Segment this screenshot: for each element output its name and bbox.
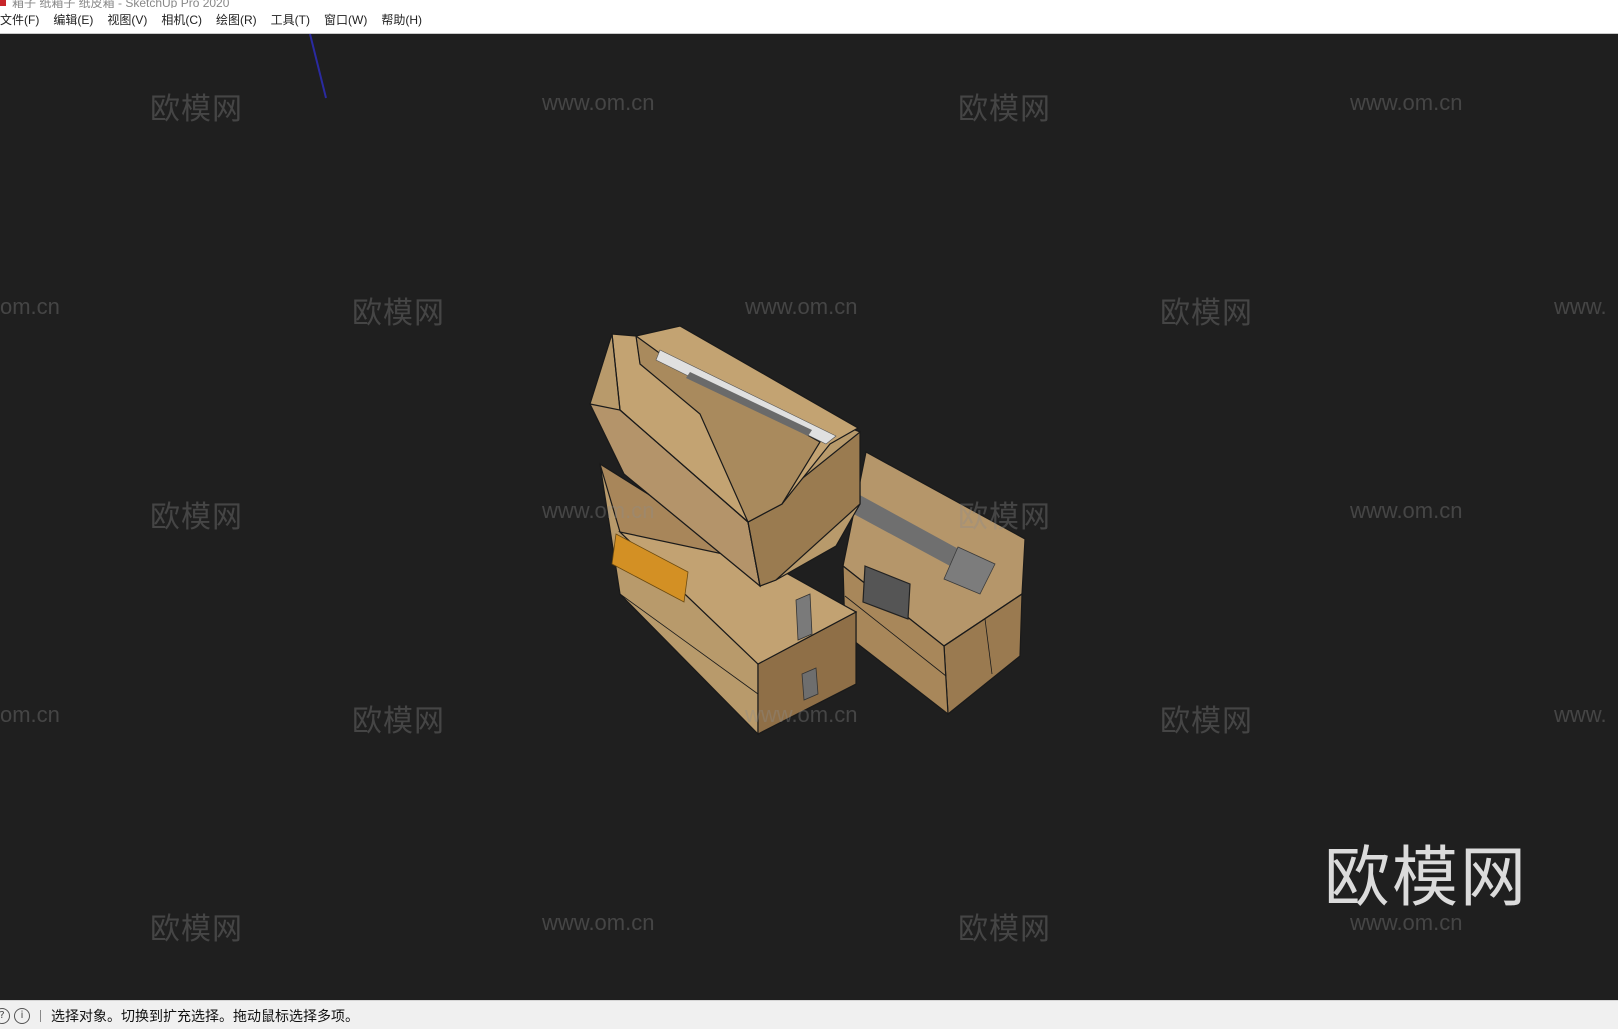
- status-bar: ? i 选择对象。切换到扩充选择。拖动鼠标选择多项。: [0, 1000, 1618, 1029]
- blue-axis-line: [309, 34, 327, 99]
- menu-help[interactable]: 帮助(H): [374, 8, 429, 33]
- geo-location-icon[interactable]: ?: [0, 1007, 10, 1024]
- title-bar: 箱子 纸箱子 纸皮箱 - SketchUp Pro 2020: [0, 0, 1618, 8]
- menu-draw[interactable]: 绘图(R): [209, 8, 264, 33]
- menu-tools[interactable]: 工具(T): [264, 8, 317, 33]
- menu-edit[interactable]: 编辑(E): [46, 8, 100, 33]
- model-viewport[interactable]: 欧模网 www.om.cn 欧模网 www.om.cn om.cn 欧模网 ww…: [0, 34, 1618, 1000]
- menu-camera[interactable]: 相机(C): [154, 8, 209, 33]
- status-message: 选择对象。切换到扩充选择。拖动鼠标选择多项。: [51, 1007, 359, 1024]
- menu-bar: 文件(F) 编辑(E) 视图(V) 相机(C) 绘图(R) 工具(T) 窗口(W…: [0, 8, 1618, 34]
- window-title: 箱子 纸箱子 纸皮箱 - SketchUp Pro 2020: [12, 0, 230, 8]
- menu-view[interactable]: 视图(V): [100, 8, 154, 33]
- sketchup-logo-icon: [0, 0, 6, 6]
- menu-window[interactable]: 窗口(W): [317, 8, 374, 33]
- model-scene[interactable]: [0, 34, 1618, 1000]
- info-icon[interactable]: i: [14, 1007, 30, 1024]
- status-divider: [40, 1009, 41, 1022]
- sketchup-window: 箱子 纸箱子 纸皮箱 - SketchUp Pro 2020 文件(F) 编辑(…: [0, 0, 1618, 1029]
- cardboard-box-right[interactable]: [842, 451, 1026, 716]
- menu-file[interactable]: 文件(F): [0, 8, 46, 33]
